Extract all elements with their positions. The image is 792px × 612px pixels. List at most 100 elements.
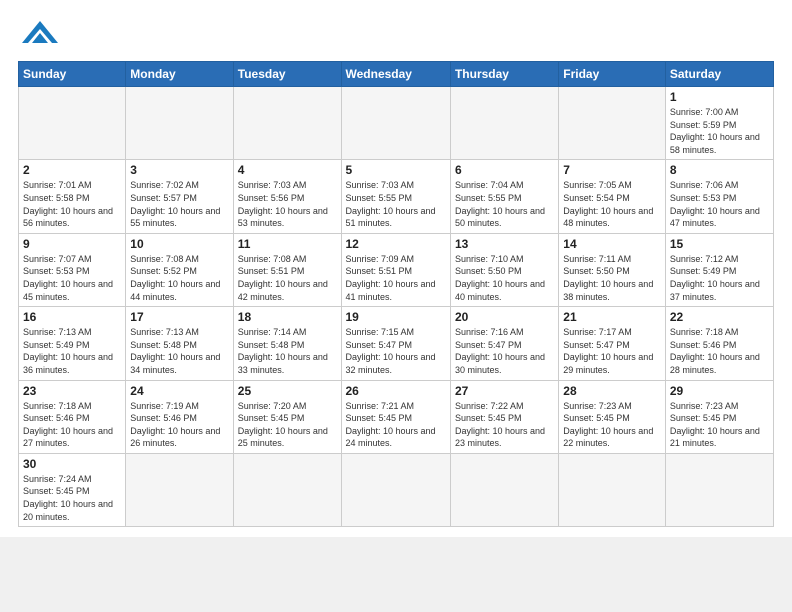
week-row-5: 30 Sunrise: 7:24 AM Sunset: 5:45 PM Dayli… bbox=[19, 453, 774, 526]
day-info: Sunrise: 7:06 AM Sunset: 5:53 PM Dayligh… bbox=[670, 179, 769, 229]
calendar-cell: 14Sunrise: 7:11 AM Sunset: 5:50 PM Dayli… bbox=[559, 233, 666, 306]
day-number: 11 bbox=[238, 237, 337, 251]
day-info: Sunrise: 7:15 AM Sunset: 5:47 PM Dayligh… bbox=[346, 326, 446, 376]
week-row-1: 2 Sunrise: 7:01 AM Sunset: 5:58 PM Daylig… bbox=[19, 160, 774, 233]
calendar-cell: 13 Sunrise: 7:10 AM Sunset: 5:50 PM Dayli… bbox=[450, 233, 558, 306]
calendar-cell bbox=[341, 453, 450, 526]
day-info: Sunrise: 7:22 AM Sunset: 5:45 PM Dayligh… bbox=[455, 400, 554, 450]
calendar-cell: 15 Sunrise: 7:12 AM Sunset: 5:49 PM Dayli… bbox=[665, 233, 773, 306]
calendar-cell bbox=[450, 453, 558, 526]
weekday-header-thursday: Thursday bbox=[450, 62, 558, 87]
day-number: 1 bbox=[670, 90, 769, 104]
calendar-cell: 8 Sunrise: 7:06 AM Sunset: 5:53 PM Daylig… bbox=[665, 160, 773, 233]
day-number: 2 bbox=[23, 163, 121, 177]
day-number: 26 bbox=[346, 384, 446, 398]
weekday-header-wednesday: Wednesday bbox=[341, 62, 450, 87]
day-number: 19 bbox=[346, 310, 446, 324]
day-number: 27 bbox=[455, 384, 554, 398]
calendar-cell bbox=[559, 87, 666, 160]
day-number: 18 bbox=[238, 310, 337, 324]
day-info: Sunrise: 7:07 AM Sunset: 5:53 PM Dayligh… bbox=[23, 253, 121, 303]
day-number: 24 bbox=[130, 384, 228, 398]
logo bbox=[18, 18, 58, 51]
day-number: 9 bbox=[23, 237, 121, 251]
day-info: Sunrise: 7:17 AM Sunset: 5:47 PM Dayligh… bbox=[563, 326, 661, 376]
day-number: 10 bbox=[130, 237, 228, 251]
weekday-header-row: SundayMondayTuesdayWednesdayThursdayFrid… bbox=[19, 62, 774, 87]
day-info: Sunrise: 7:14 AM Sunset: 5:48 PM Dayligh… bbox=[238, 326, 337, 376]
calendar-cell: 23 Sunrise: 7:18 AM Sunset: 5:46 PM Dayli… bbox=[19, 380, 126, 453]
day-info: Sunrise: 7:13 AM Sunset: 5:49 PM Dayligh… bbox=[23, 326, 121, 376]
day-info: Sunrise: 7:23 AM Sunset: 5:45 PM Dayligh… bbox=[670, 400, 769, 450]
day-number: 17 bbox=[130, 310, 228, 324]
day-info: Sunrise: 7:23 AM Sunset: 5:45 PM Dayligh… bbox=[563, 400, 661, 450]
day-number: 23 bbox=[23, 384, 121, 398]
calendar-cell: 21 Sunrise: 7:17 AM Sunset: 5:47 PM Dayli… bbox=[559, 307, 666, 380]
day-number: 21 bbox=[563, 310, 661, 324]
calendar-cell: 24Sunrise: 7:19 AM Sunset: 5:46 PM Dayli… bbox=[126, 380, 233, 453]
calendar-cell bbox=[126, 87, 233, 160]
day-info: Sunrise: 7:08 AM Sunset: 5:52 PM Dayligh… bbox=[130, 253, 228, 303]
day-number: 25 bbox=[238, 384, 337, 398]
weekday-header-tuesday: Tuesday bbox=[233, 62, 341, 87]
calendar-cell: 30 Sunrise: 7:24 AM Sunset: 5:45 PM Dayli… bbox=[19, 453, 126, 526]
weekday-header-saturday: Saturday bbox=[665, 62, 773, 87]
calendar-cell: 10 Sunrise: 7:08 AM Sunset: 5:52 PM Dayli… bbox=[126, 233, 233, 306]
day-info: Sunrise: 7:02 AM Sunset: 5:57 PM Dayligh… bbox=[130, 179, 228, 229]
day-info: Sunrise: 7:08 AM Sunset: 5:51 PM Dayligh… bbox=[238, 253, 337, 303]
calendar-cell: 2 Sunrise: 7:01 AM Sunset: 5:58 PM Daylig… bbox=[19, 160, 126, 233]
day-info: Sunrise: 7:03 AM Sunset: 5:56 PM Dayligh… bbox=[238, 179, 337, 229]
day-number: 29 bbox=[670, 384, 769, 398]
calendar-cell: 9 Sunrise: 7:07 AM Sunset: 5:53 PM Daylig… bbox=[19, 233, 126, 306]
calendar-cell: 1Sunrise: 7:00 AM Sunset: 5:59 PM Daylig… bbox=[665, 87, 773, 160]
calendar-cell: 11 Sunrise: 7:08 AM Sunset: 5:51 PM Dayli… bbox=[233, 233, 341, 306]
calendar-cell bbox=[19, 87, 126, 160]
calendar-cell: 5 Sunrise: 7:03 AM Sunset: 5:55 PM Daylig… bbox=[341, 160, 450, 233]
day-info: Sunrise: 7:12 AM Sunset: 5:49 PM Dayligh… bbox=[670, 253, 769, 303]
calendar-cell bbox=[341, 87, 450, 160]
day-info: Sunrise: 7:24 AM Sunset: 5:45 PM Dayligh… bbox=[23, 473, 121, 523]
calendar-cell: 29 Sunrise: 7:23 AM Sunset: 5:45 PM Dayli… bbox=[665, 380, 773, 453]
day-number: 5 bbox=[346, 163, 446, 177]
day-info: Sunrise: 7:18 AM Sunset: 5:46 PM Dayligh… bbox=[23, 400, 121, 450]
calendar-cell: 16 Sunrise: 7:13 AM Sunset: 5:49 PM Dayli… bbox=[19, 307, 126, 380]
calendar-cell: 4 Sunrise: 7:03 AM Sunset: 5:56 PM Daylig… bbox=[233, 160, 341, 233]
calendar-cell: 3 Sunrise: 7:02 AM Sunset: 5:57 PM Daylig… bbox=[126, 160, 233, 233]
day-number: 15 bbox=[670, 237, 769, 251]
calendar-cell: 27 Sunrise: 7:22 AM Sunset: 5:45 PM Dayli… bbox=[450, 380, 558, 453]
calendar-cell bbox=[559, 453, 666, 526]
day-info: Sunrise: 7:01 AM Sunset: 5:58 PM Dayligh… bbox=[23, 179, 121, 229]
day-info: Sunrise: 7:05 AM Sunset: 5:54 PM Dayligh… bbox=[563, 179, 661, 229]
day-info: Sunrise: 7:13 AM Sunset: 5:48 PM Dayligh… bbox=[130, 326, 228, 376]
week-row-2: 9 Sunrise: 7:07 AM Sunset: 5:53 PM Daylig… bbox=[19, 233, 774, 306]
day-info: Sunrise: 7:09 AM Sunset: 5:51 PM Dayligh… bbox=[346, 253, 446, 303]
logo-icon bbox=[22, 18, 58, 46]
day-number: 3 bbox=[130, 163, 228, 177]
day-number: 13 bbox=[455, 237, 554, 251]
day-number: 8 bbox=[670, 163, 769, 177]
day-info: Sunrise: 7:03 AM Sunset: 5:55 PM Dayligh… bbox=[346, 179, 446, 229]
day-number: 7 bbox=[563, 163, 661, 177]
calendar-cell bbox=[450, 87, 558, 160]
day-number: 4 bbox=[238, 163, 337, 177]
calendar-cell bbox=[233, 453, 341, 526]
calendar-cell: 12Sunrise: 7:09 AM Sunset: 5:51 PM Dayli… bbox=[341, 233, 450, 306]
page: SundayMondayTuesdayWednesdayThursdayFrid… bbox=[0, 0, 792, 537]
day-info: Sunrise: 7:20 AM Sunset: 5:45 PM Dayligh… bbox=[238, 400, 337, 450]
day-info: Sunrise: 7:21 AM Sunset: 5:45 PM Dayligh… bbox=[346, 400, 446, 450]
header bbox=[18, 18, 774, 51]
calendar-cell: 19 Sunrise: 7:15 AM Sunset: 5:47 PM Dayli… bbox=[341, 307, 450, 380]
day-number: 20 bbox=[455, 310, 554, 324]
calendar: SundayMondayTuesdayWednesdayThursdayFrid… bbox=[18, 61, 774, 527]
day-number: 16 bbox=[23, 310, 121, 324]
day-number: 6 bbox=[455, 163, 554, 177]
calendar-cell bbox=[665, 453, 773, 526]
calendar-cell: 18 Sunrise: 7:14 AM Sunset: 5:48 PM Dayli… bbox=[233, 307, 341, 380]
day-number: 30 bbox=[23, 457, 121, 471]
calendar-cell: 17 Sunrise: 7:13 AM Sunset: 5:48 PM Dayli… bbox=[126, 307, 233, 380]
calendar-cell: 20Sunrise: 7:16 AM Sunset: 5:47 PM Dayli… bbox=[450, 307, 558, 380]
day-info: Sunrise: 7:10 AM Sunset: 5:50 PM Dayligh… bbox=[455, 253, 554, 303]
calendar-cell: 6Sunrise: 7:04 AM Sunset: 5:55 PM Daylig… bbox=[450, 160, 558, 233]
day-number: 22 bbox=[670, 310, 769, 324]
day-info: Sunrise: 7:11 AM Sunset: 5:50 PM Dayligh… bbox=[563, 253, 661, 303]
